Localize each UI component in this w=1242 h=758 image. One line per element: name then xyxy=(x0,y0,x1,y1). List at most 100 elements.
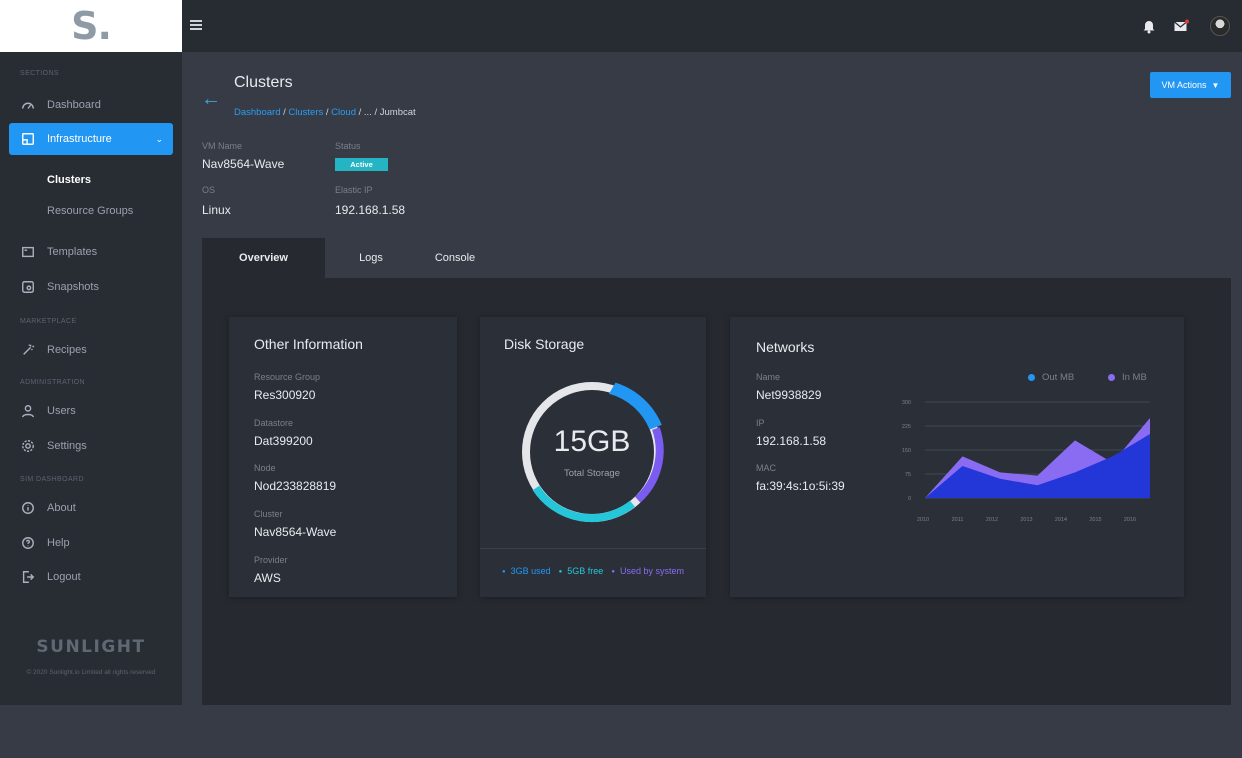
sidebar-item-about[interactable]: About xyxy=(20,494,172,522)
network-ip-label: IP xyxy=(756,418,765,428)
legend-label: In MB xyxy=(1122,372,1147,383)
status-badge: Active xyxy=(335,158,388,171)
total-storage-label: Total Storage xyxy=(564,468,620,479)
network-name-value: Net9938829 xyxy=(756,388,822,402)
sidebar-item-label: Users xyxy=(47,405,76,417)
sidebar-item-templates[interactable]: Templates xyxy=(20,238,172,266)
avatar[interactable] xyxy=(1210,16,1230,36)
sidebar-item-infrastructure[interactable]: Infrastructure ⌄ xyxy=(9,123,173,155)
hamburger-menu-icon[interactable] xyxy=(190,20,202,30)
top-bar xyxy=(182,0,1242,52)
breadcrumb-link-dashboard[interactable]: Dashboard xyxy=(234,107,280,118)
network-name-label: Name xyxy=(756,372,781,382)
sidebar-subitem-clusters[interactable]: Clusters xyxy=(47,174,91,186)
x-tick-label: 2016 xyxy=(1124,517,1136,523)
legend-dot-icon xyxy=(1028,374,1035,381)
sidebar-item-label: Dashboard xyxy=(47,99,101,111)
legend-free: 5GB free xyxy=(559,566,603,576)
x-tick-label: 2010 xyxy=(917,517,929,523)
vm-name-label: VM Name xyxy=(202,141,243,151)
magic-wand-icon xyxy=(20,342,36,358)
bell-icon[interactable] xyxy=(1141,18,1157,34)
chevron-down-icon: ⌄ xyxy=(155,133,163,144)
sidebar-item-label: Templates xyxy=(47,246,98,258)
snapshot-icon xyxy=(20,279,36,295)
donut-segment-used xyxy=(609,382,662,430)
sidebar-item-snapshots[interactable]: Snapshots xyxy=(20,273,172,301)
os-value: Linux xyxy=(202,203,231,217)
back-arrow-icon[interactable]: ← xyxy=(201,88,221,111)
gear-icon xyxy=(20,438,36,454)
total-storage-value: 15GB xyxy=(553,425,631,458)
help-icon xyxy=(20,535,36,551)
network-area-chart: 0 75 150 225 300 2010 2011 2012 2013 2014 2015 2016 xyxy=(902,400,1150,523)
vm-actions-label: VM Actions xyxy=(1161,80,1207,90)
provider-value: AWS xyxy=(254,571,281,585)
sidebar-item-label: Infrastructure xyxy=(47,133,112,145)
x-tick-label: 2014 xyxy=(1055,517,1067,523)
sidebar: SECTIONS Dashboard Infrastructure ⌄ Clus… xyxy=(0,52,182,705)
x-tick-label: 2015 xyxy=(1089,517,1101,523)
legend-label: Out MB xyxy=(1042,372,1075,383)
resource-group-value: Res300920 xyxy=(254,388,316,402)
datastore-value: Dat399200 xyxy=(254,434,313,448)
card-title: Other Information xyxy=(254,336,363,352)
page-title: Clusters xyxy=(234,74,293,91)
provider-label: Provider xyxy=(254,555,288,565)
breadcrumb: Dashboard / Clusters / Cloud / ... / Jum… xyxy=(234,107,416,118)
section-label-administration: ADMINISTRATION xyxy=(20,379,85,386)
network-ip-value: 192.168.1.58 xyxy=(756,434,827,448)
logout-icon xyxy=(20,569,36,585)
sidebar-item-recipes[interactable]: Recipes xyxy=(20,336,172,364)
chart-legend-out: Out MB xyxy=(1028,372,1074,383)
sidebar-item-label: Logout xyxy=(47,571,81,583)
x-tick-label: 2011 xyxy=(952,517,964,523)
sidebar-item-settings[interactable]: Settings xyxy=(20,432,172,460)
y-tick-label: 150 xyxy=(902,448,911,454)
status-label: Status xyxy=(335,141,361,151)
sidebar-subitem-resource-groups[interactable]: Resource Groups xyxy=(47,205,133,217)
y-tick-label: 0 xyxy=(908,496,911,502)
sidebar-item-logout[interactable]: Logout xyxy=(20,563,172,591)
sidebar-item-help[interactable]: Help xyxy=(20,529,172,557)
legend-dot-icon xyxy=(1108,374,1115,381)
vm-actions-button[interactable]: VM Actions ▼ xyxy=(1150,72,1231,98)
sidebar-item-label: Snapshots xyxy=(47,281,99,293)
cluster-value: Nav8564-Wave xyxy=(254,525,337,539)
sidebar-item-label: Recipes xyxy=(47,344,87,356)
tab-logs[interactable]: Logs xyxy=(338,238,404,278)
caret-down-icon: ▼ xyxy=(1211,80,1220,90)
legend-system: Used by system xyxy=(611,566,684,576)
network-mac-value: fa:39:4s:1o:5i:39 xyxy=(756,479,845,493)
user-icon xyxy=(20,403,36,419)
tab-overview[interactable]: Overview xyxy=(202,238,325,278)
breadcrumb-ellipsis[interactable]: ... xyxy=(364,107,372,118)
datastore-label: Datastore xyxy=(254,418,294,428)
sidebar-item-dashboard[interactable]: Dashboard xyxy=(20,91,172,119)
vm-name-value: Nav8564-Wave xyxy=(202,157,285,171)
card-title: Networks xyxy=(756,339,815,355)
logo[interactable]: S. xyxy=(0,0,182,52)
disk-legend: 3GB used 5GB free Used by system xyxy=(480,566,706,576)
mail-icon[interactable] xyxy=(1173,18,1189,34)
y-tick-label: 75 xyxy=(905,472,911,478)
y-tick-label: 300 xyxy=(902,400,911,406)
breadcrumb-link-clusters[interactable]: Clusters xyxy=(288,107,323,118)
sidebar-item-users[interactable]: Users xyxy=(20,397,172,425)
section-label-sections: SECTIONS xyxy=(20,70,59,77)
legend-used: 3GB used xyxy=(502,566,551,576)
network-mac-label: MAC xyxy=(756,463,776,473)
os-label: OS xyxy=(202,185,216,195)
sidebar-item-label: Settings xyxy=(47,440,87,452)
tab-console[interactable]: Console xyxy=(418,238,492,278)
section-label-marketplace: MARKETPLACE xyxy=(20,318,77,325)
breadcrumb-current: Jumbcat xyxy=(379,107,416,118)
y-tick-label: 225 xyxy=(902,424,911,430)
card-title: Disk Storage xyxy=(504,336,585,352)
node-value: Nod233828819 xyxy=(254,479,337,493)
elastic-ip-value: 192.168.1.58 xyxy=(335,203,406,217)
breadcrumb-link-cloud[interactable]: Cloud xyxy=(331,107,356,118)
monitor-icon xyxy=(20,131,36,147)
x-tick-label: 2012 xyxy=(986,517,998,523)
brand-wordmark: SUNLIGHT xyxy=(36,637,146,657)
